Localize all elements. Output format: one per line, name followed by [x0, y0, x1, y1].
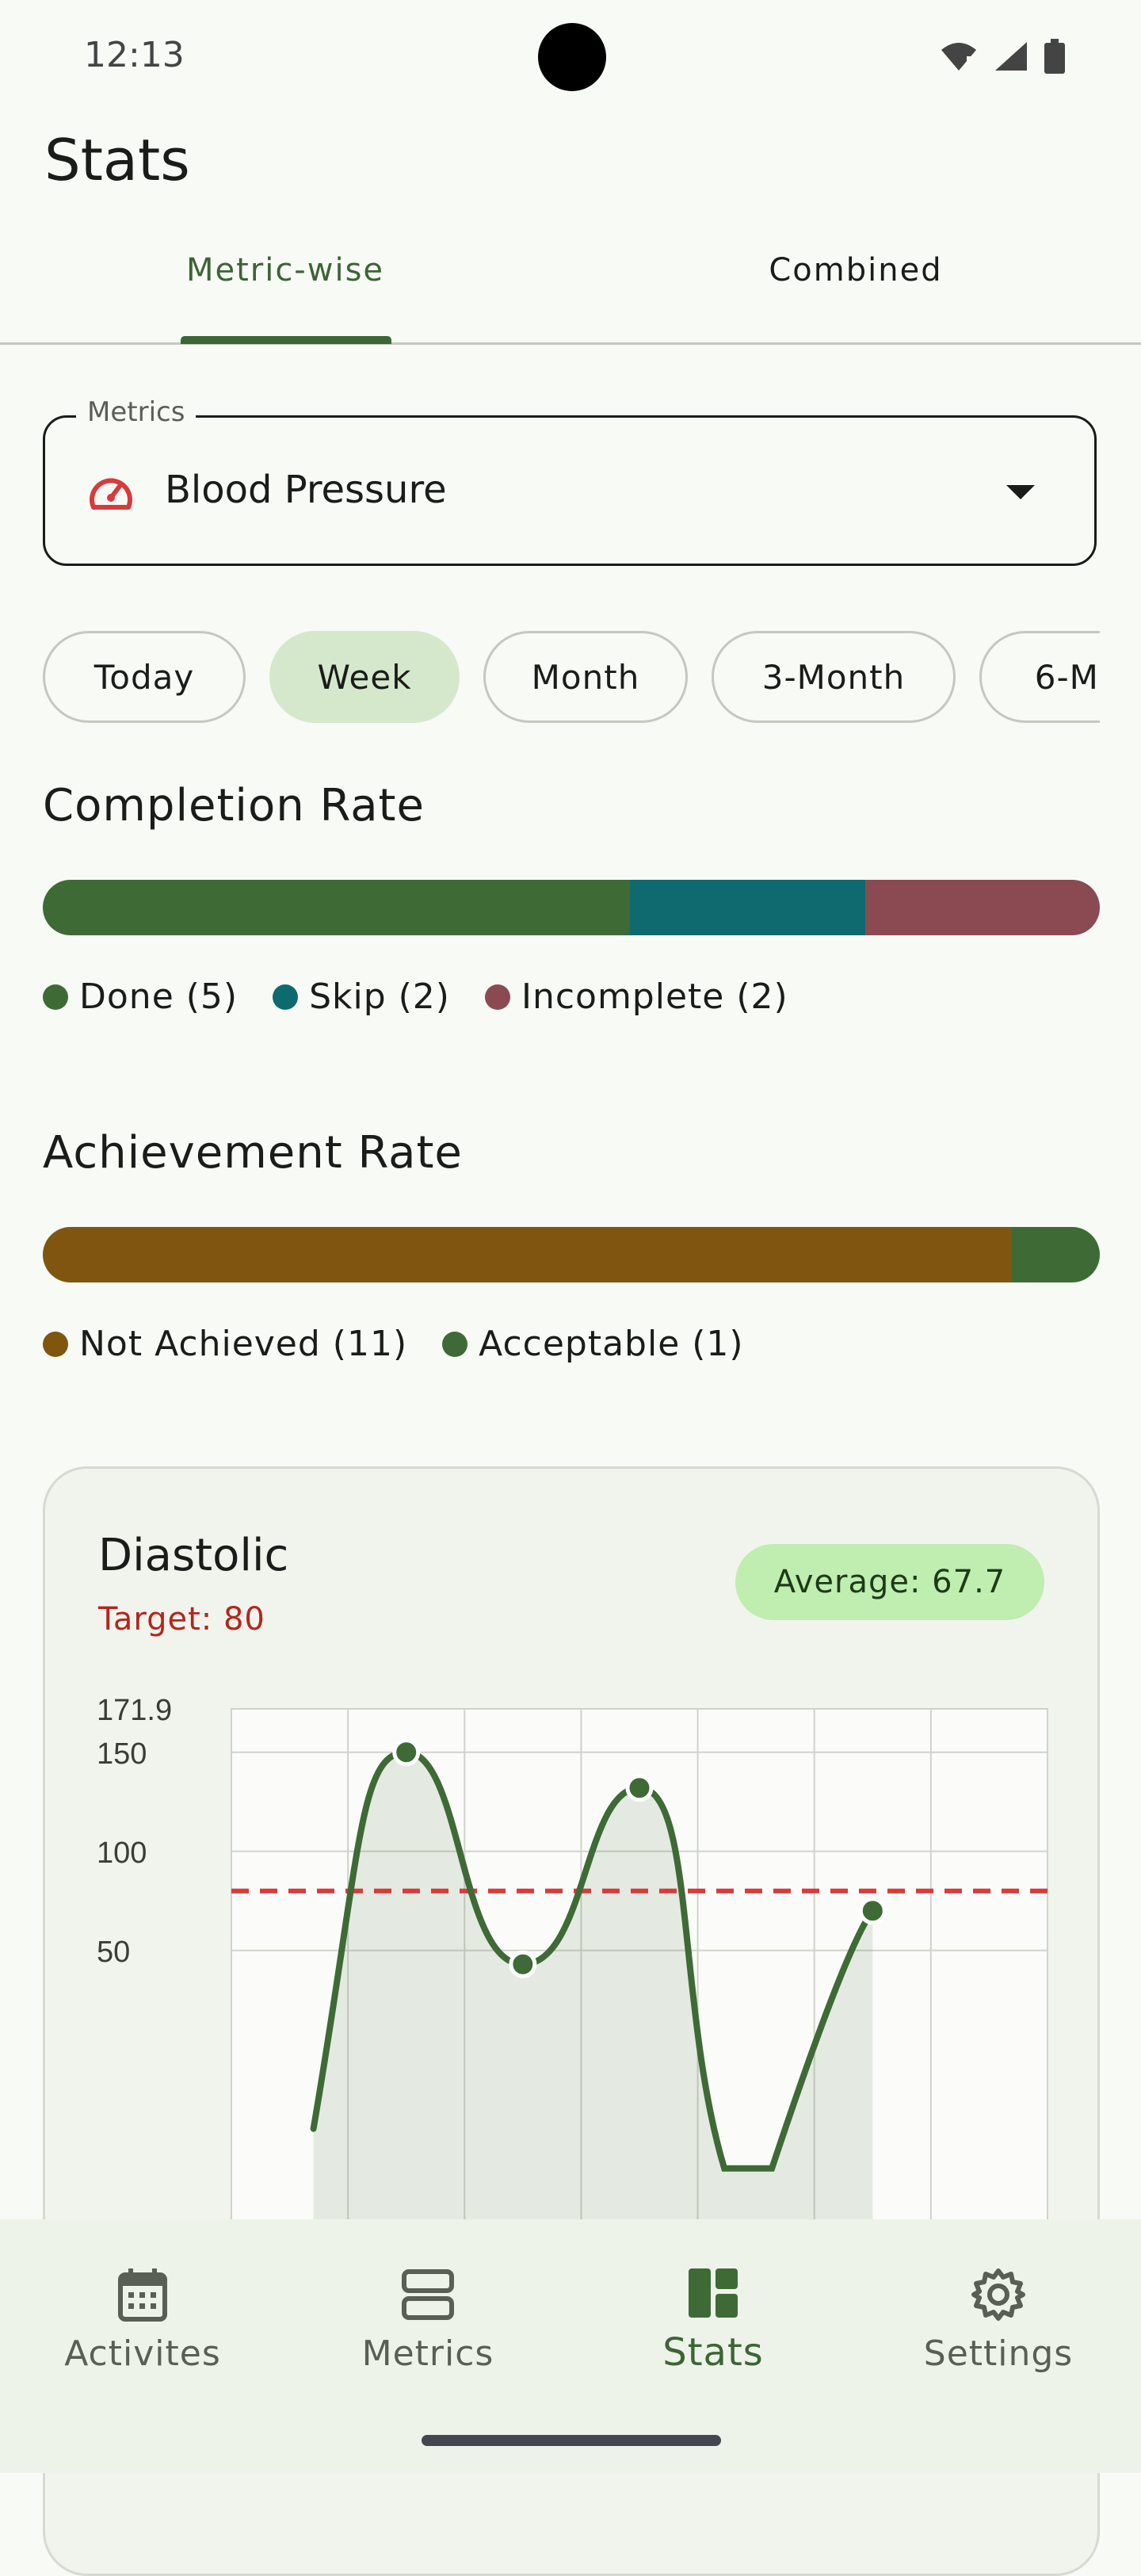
nav-label-stats: Stats [662, 2330, 764, 2375]
completion-segment-done [43, 880, 631, 935]
status-icons [940, 36, 1065, 76]
y-tick-label: 50 [97, 1936, 130, 1969]
achievement-rate-title: Achievement Rate [43, 1127, 463, 1179]
calendar-icon [118, 2268, 167, 2322]
legend-skip: Skip (2) [273, 977, 450, 1017]
legend-done: Done (5) [43, 977, 238, 1017]
metrics-dropdown-value: Blood Pressure [165, 468, 447, 512]
metrics-icon [402, 2269, 454, 2320]
tab-divider [0, 342, 1141, 345]
completion-segment-incomplete [864, 880, 1100, 935]
completion-rate-bar [43, 880, 1100, 935]
page-title: Stats [44, 127, 190, 193]
achievement-segment-not-achieved [43, 1227, 1012, 1282]
diastolic-chart: 50 100 150 171.9 [97, 1694, 1048, 2219]
legend-label-skip: Skip (2) [309, 977, 450, 1017]
nav-label-metrics: Metrics [361, 2333, 494, 2374]
legend-acceptable: Acceptable (1) [442, 1324, 743, 1364]
status-time: 12:13 [84, 35, 185, 75]
completion-segment-skip [630, 880, 865, 935]
legend-incomplete: Incomplete (2) [484, 977, 788, 1017]
legend-dot-done [43, 984, 68, 1010]
metrics-dropdown-label: Metrics [76, 396, 197, 428]
tab-indicator [181, 336, 391, 344]
wifi-icon [941, 43, 976, 71]
legend-not-achieved: Not Achieved (11) [43, 1324, 407, 1364]
data-point [509, 1950, 537, 1978]
y-tick-label: 100 [97, 1836, 147, 1870]
nav-label-settings: Settings [923, 2333, 1074, 2374]
camera-cutout [538, 23, 606, 91]
average-badge: Average: 67.7 [735, 1544, 1044, 1620]
legend-dot-acceptable [442, 1331, 468, 1357]
gauge-icon [90, 478, 132, 510]
nav-settings[interactable]: Settings [856, 2267, 1141, 2374]
signal-icon [995, 42, 1027, 71]
legend-label-not-achieved: Not Achieved (11) [79, 1324, 408, 1364]
legend-dot-skip [273, 984, 299, 1010]
gear-icon [971, 2268, 1025, 2321]
tab-combined[interactable]: Combined [570, 252, 1141, 289]
chip-6-month[interactable]: 6-Month [979, 631, 1100, 723]
period-chips: Today Week Month 3-Month 6-Month [43, 631, 1100, 729]
achievement-rate-bar [43, 1227, 1100, 1282]
legend-dot-incomplete [484, 984, 510, 1010]
chip-week[interactable]: Week [269, 631, 460, 723]
period-chips-row: Today Week Month 3-Month 6-Month [43, 631, 1100, 723]
completion-rate-title: Completion Rate [43, 780, 425, 831]
chip-today[interactable]: Today [43, 631, 246, 723]
dashboard-icon [689, 2268, 738, 2318]
chip-month[interactable]: Month [483, 631, 688, 723]
chip-3-month[interactable]: 3-Month [712, 631, 956, 723]
data-point [392, 1738, 421, 1767]
nav-activities[interactable]: Activites [0, 2267, 285, 2374]
nav-stats[interactable]: Stats [570, 2267, 856, 2375]
achievement-legend: Not Achieved (11) Acceptable (1) [43, 1324, 744, 1364]
tab-metric-wise[interactable]: Metric-wise [0, 252, 570, 289]
home-indicator[interactable] [422, 2435, 721, 2446]
data-point [858, 1897, 887, 1925]
battery-icon [1044, 39, 1065, 74]
legend-label-acceptable: Acceptable (1) [479, 1324, 744, 1364]
legend-label-incomplete: Incomplete (2) [521, 977, 788, 1017]
nav-label-activities: Activites [64, 2333, 221, 2374]
y-tick-label: 171.9 [97, 1694, 172, 1727]
legend-label-done: Done (5) [79, 977, 239, 1017]
chart-title: Diastolic [98, 1530, 289, 1581]
chevron-down-icon[interactable] [1006, 485, 1035, 499]
chart-target-label: Target: 80 [98, 1601, 265, 1638]
nav-metrics[interactable]: Metrics [285, 2267, 570, 2374]
completion-legend: Done (5) Skip (2) Incomplete (2) [43, 977, 788, 1017]
data-point [625, 1774, 654, 1802]
legend-dot-not-achieved [43, 1331, 68, 1357]
achievement-segment-acceptable [1011, 1227, 1100, 1282]
y-tick-label: 150 [97, 1737, 147, 1771]
